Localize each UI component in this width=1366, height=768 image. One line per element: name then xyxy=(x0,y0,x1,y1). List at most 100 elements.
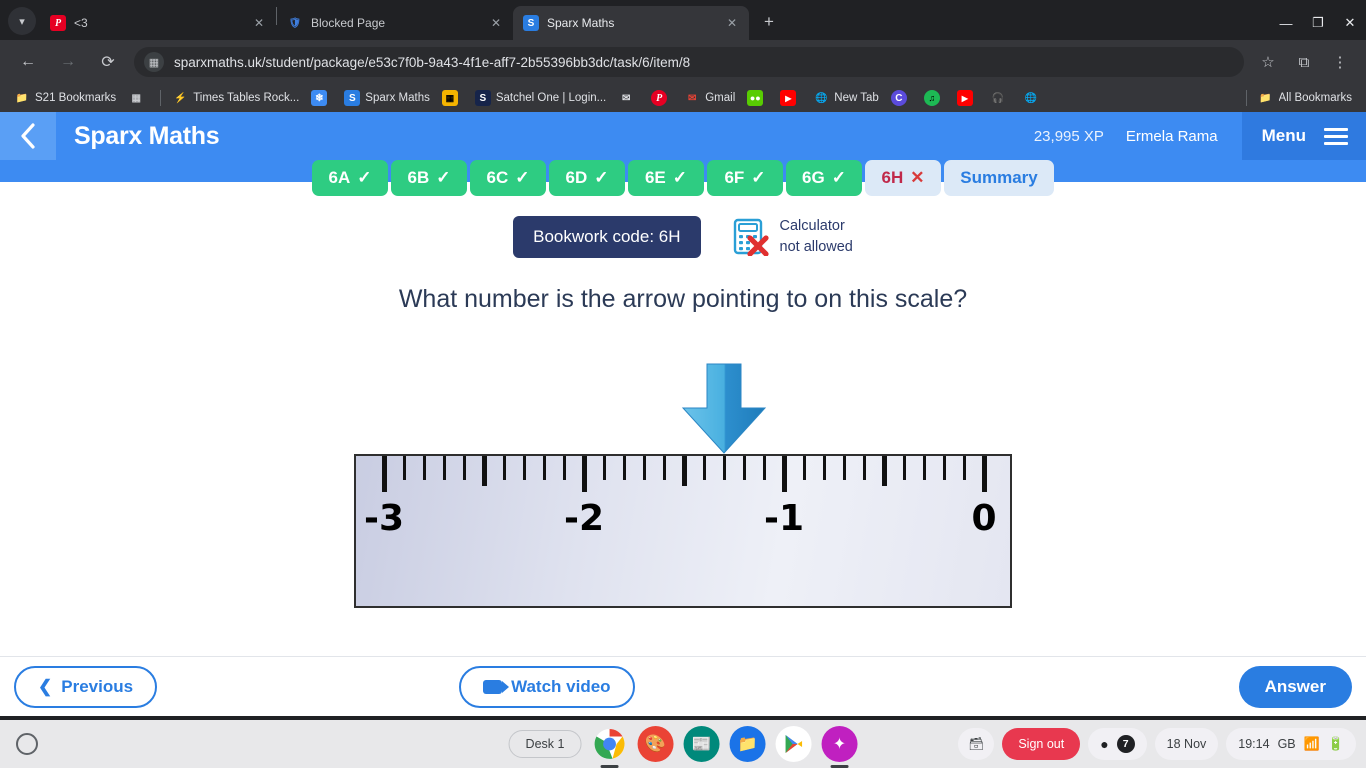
task-tab-6h[interactable]: 6H ✕ xyxy=(865,160,941,196)
tick-minor xyxy=(462,456,466,481)
task-tab-6c[interactable]: 6C ✓ xyxy=(470,160,546,196)
minimize-icon[interactable]: — xyxy=(1270,6,1302,40)
check-icon: ✓ xyxy=(436,168,451,187)
close-icon[interactable]: ✕ xyxy=(250,16,268,30)
task-tab-summary[interactable]: Summary xyxy=(944,160,1054,196)
bookmark-item[interactable]: S Sparx Maths xyxy=(338,87,436,109)
browser-tab-2[interactable]: 🛡 Blocked Page ✕ xyxy=(277,6,513,40)
tab-search-button[interactable]: ▾ xyxy=(8,7,36,35)
sign-out-button[interactable]: Sign out xyxy=(1002,728,1081,760)
bookmark-item[interactable]: ❄ xyxy=(305,87,338,109)
bookmark-item[interactable]: P xyxy=(645,87,678,109)
task-tab-6d[interactable]: 6D ✓ xyxy=(549,160,625,196)
launcher-button[interactable] xyxy=(16,733,38,755)
chrome-app-icon[interactable] xyxy=(591,726,627,762)
bookmark-label: New Tab xyxy=(834,92,879,104)
task-tab-label: 6A xyxy=(328,168,351,187)
check-icon: ✓ xyxy=(357,168,372,187)
all-bookmarks-button[interactable]: 📁 All Bookmarks xyxy=(1252,87,1359,109)
page-content: Sparx Maths 23,995 XP Ermela Rama Menu 6… xyxy=(0,112,1366,716)
watch-video-button[interactable]: Watch video xyxy=(459,665,635,708)
tick-minor xyxy=(862,456,866,481)
bookmark-item[interactable]: ▦ xyxy=(436,87,469,109)
photos-app-icon[interactable]: ✦ xyxy=(821,726,858,762)
bookmark-item[interactable]: 📁 S21 Bookmarks xyxy=(8,87,122,109)
tick-medium xyxy=(881,456,887,487)
bookmark-item[interactable]: 🌐 xyxy=(1017,87,1050,109)
bookmark-item[interactable]: ▶ xyxy=(774,87,807,109)
canvas-app-icon[interactable]: 🎨 xyxy=(637,726,674,762)
check-icon: ✓ xyxy=(831,168,846,187)
address-bar[interactable]: ▦ sparxmaths.uk/student/package/e53c7f0b… xyxy=(134,47,1244,77)
window-controls: — ❐ ✕ xyxy=(1270,6,1366,40)
status-tray[interactable]: ● 7 xyxy=(1088,728,1147,760)
menu-button[interactable]: Menu xyxy=(1241,112,1366,160)
task-tab-label: Summary xyxy=(960,168,1038,187)
task-tab-6f[interactable]: 6F ✓ xyxy=(707,160,783,196)
chevron-left-icon[interactable] xyxy=(0,112,56,160)
answer-label: Answer xyxy=(1264,676,1326,696)
bookmark-star-icon[interactable]: ☆ xyxy=(1253,47,1283,77)
tick-minor xyxy=(922,456,926,481)
calculator-not-allowed-icon xyxy=(733,218,769,257)
sparx-header: Sparx Maths 23,995 XP Ermela Rama Menu xyxy=(0,112,1366,160)
tick-minor xyxy=(602,456,606,481)
task-tab-6b[interactable]: 6B ✓ xyxy=(391,160,467,196)
update-icon: ● xyxy=(1100,736,1109,752)
bookmark-item[interactable]: 🌐 New Tab xyxy=(807,87,885,109)
bookmark-item[interactable]: ✉ xyxy=(612,87,645,109)
globe-icon: 🌐 xyxy=(815,92,828,104)
calculator-line2: not allowed xyxy=(779,239,853,256)
close-icon[interactable]: ✕ xyxy=(723,16,741,30)
bookmark-label: Times Tables Rock... xyxy=(193,92,300,104)
news-app-icon[interactable]: 📰 xyxy=(683,726,720,762)
site-info-icon[interactable]: ▦ xyxy=(144,52,164,72)
bookmark-item[interactable]: ✉ Gmail xyxy=(678,87,741,109)
desk-chip[interactable]: Desk 1 xyxy=(508,730,582,758)
task-tab-6e[interactable]: 6E ✓ xyxy=(628,160,704,196)
tick-minor xyxy=(722,456,726,481)
previous-button[interactable]: ❮ Previous xyxy=(14,665,158,708)
pinterest-icon: P xyxy=(50,15,66,31)
tick-minor xyxy=(702,456,706,481)
answer-button[interactable]: Answer xyxy=(1238,665,1352,708)
close-icon[interactable]: ✕ xyxy=(487,16,505,30)
browser-tab-3[interactable]: S Sparx Maths ✕ xyxy=(513,6,749,40)
bookmark-label: Gmail xyxy=(705,92,736,104)
bookmark-item[interactable]: ⚡ Times Tables Rock... xyxy=(166,87,305,109)
tick-label: -2 xyxy=(564,498,604,540)
extensions-icon[interactable]: ⧉ xyxy=(1289,47,1319,77)
clock-time: 19:14 xyxy=(1238,737,1270,751)
play-store-app-icon[interactable] xyxy=(775,726,812,762)
hamburger-icon xyxy=(1324,127,1348,145)
new-tab-button[interactable]: + xyxy=(755,8,783,36)
check-icon: ✓ xyxy=(515,168,530,187)
screen-capture-icon[interactable]: 🗃 xyxy=(958,728,995,760)
tab-title: <3 xyxy=(74,16,88,30)
bookmark-item[interactable]: C xyxy=(885,87,918,109)
bookmark-item[interactable]: 🎧 xyxy=(984,87,1017,109)
browser-tab-1[interactable]: P <3 ✕ xyxy=(40,6,276,40)
tick-medium xyxy=(681,456,687,487)
bookmark-item[interactable]: S Satchel One | Login... xyxy=(469,87,612,109)
tick-minor xyxy=(902,456,906,481)
files-app-icon[interactable]: 📁 xyxy=(729,726,766,762)
clock-status-chip[interactable]: 19:14 GB 📶 🔋 xyxy=(1226,728,1356,760)
xp-counter: 23,995 XP xyxy=(1033,127,1104,145)
date-chip[interactable]: 18 Nov xyxy=(1154,728,1219,760)
bookmark-item[interactable]: ●● xyxy=(741,87,774,109)
number-line-figure: -3 -2 -1 0 xyxy=(0,356,1366,626)
back-icon[interactable]: ← xyxy=(13,47,43,77)
envelope-icon: ✉ xyxy=(622,92,631,104)
task-tab-6g[interactable]: 6G ✓ xyxy=(786,160,862,196)
bookmark-item[interactable]: ▶ xyxy=(951,87,984,109)
bookmark-item[interactable]: ▦ xyxy=(122,87,155,109)
bookmark-item[interactable]: ♫ xyxy=(918,87,951,109)
maximize-icon[interactable]: ❐ xyxy=(1302,6,1334,40)
forward-icon[interactable]: → xyxy=(53,47,83,77)
close-window-icon[interactable]: ✕ xyxy=(1334,6,1366,40)
reload-icon[interactable]: ⟳ xyxy=(93,47,123,77)
task-tab-6a[interactable]: 6A ✓ xyxy=(312,160,388,196)
video-camera-icon xyxy=(483,679,510,694)
browser-menu-icon[interactable]: ⋮ xyxy=(1325,47,1355,77)
